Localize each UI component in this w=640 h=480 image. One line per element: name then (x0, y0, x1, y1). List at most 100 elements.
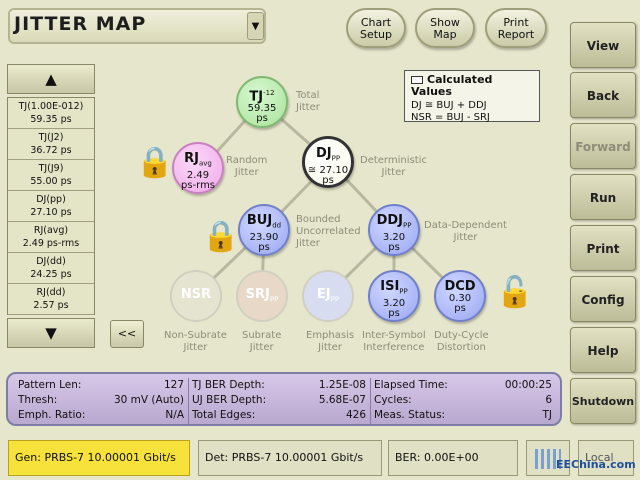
legend-swatch (411, 76, 423, 84)
dj-node[interactable]: DJPP ≅ 27.10 ps (302, 136, 354, 188)
lock-icon-rj[interactable]: 🔒 (136, 148, 173, 178)
dcd-label: Duty-Cycle Distortion (434, 330, 489, 354)
tj-unit: ps (256, 113, 268, 125)
nsr-label: Non-Subrate Jitter (164, 330, 227, 354)
emph-ratio-value: N/A (165, 409, 184, 421)
cycles-label: Cycles: (374, 394, 412, 406)
uj-ber-value: 5.68E-07 (318, 394, 366, 406)
ej-desc-1: Emphasis (306, 330, 355, 341)
meas-status-label: Meas. Status: (374, 409, 446, 421)
ddj-label: Data-Dependent Jitter (424, 220, 507, 244)
buj-name: BUJ (246, 213, 273, 228)
srj-desc-2: Jitter (249, 342, 274, 353)
emph-ratio-row: Emph. Ratio: N/A (18, 408, 184, 422)
total-edges-label: Total Edges: (192, 409, 256, 421)
rj-node[interactable]: RJavg 2.49 ps-rms (172, 142, 224, 194)
srj-desc-1: Subrate (242, 330, 282, 341)
pattern-len-row: Pattern Len: 127 (18, 378, 184, 392)
total-edges-row: Total Edges: 426 (192, 408, 366, 422)
ber-status: BER: 0.00E+00 (388, 440, 518, 476)
lock-icon-buj[interactable]: 🔒 (202, 222, 239, 252)
buj-label: Bounded Uncorrelated Jitter (296, 214, 361, 250)
legend-line-2: NSR = BUJ - SRJ (411, 112, 490, 123)
rj-desc-2: Jitter (234, 167, 259, 178)
tj-desc-2: Jitter (296, 102, 320, 113)
ej-sub: PP (330, 295, 340, 304)
nsr-name: NSR (180, 287, 212, 302)
rj-desc-1: Random (226, 155, 268, 166)
dcd-name: DCD (444, 279, 476, 294)
tj-node[interactable]: TJ-12 59.35 ps (236, 76, 288, 128)
buj-desc-3: Jitter (296, 238, 320, 249)
emph-ratio-label: Emph. Ratio: (18, 409, 86, 421)
dj-sub: PP (331, 154, 341, 163)
status-panel: Pattern Len: 127 Thresh: 30 mV (Auto) Em… (6, 372, 562, 426)
isi-node[interactable]: ISIPP 3.20 ps (368, 270, 420, 322)
srj-label: Subrate Jitter (242, 330, 281, 354)
thresh-label: Thresh: (18, 394, 58, 406)
unlock-icon-dcd[interactable]: 🔓 (496, 278, 533, 308)
elapsed-value: 00:00:25 (504, 379, 552, 391)
nsr-desc-1: Non-Subrate (164, 330, 227, 341)
rj-unit: ps-rms (180, 179, 216, 191)
ddj-name: DDJ (376, 213, 403, 228)
tj-label: Total Jitter (296, 90, 320, 114)
dj-desc-2: Jitter (381, 167, 406, 178)
srj-name: SRJ (245, 287, 270, 302)
ddj-unit: ps (388, 241, 400, 253)
srj-sub: PP (269, 295, 279, 304)
isi-desc-2: Interference (363, 342, 425, 353)
total-edges-value: 426 (345, 409, 366, 421)
isi-unit: ps (388, 307, 400, 319)
cycles-row: Cycles: 6 (374, 393, 552, 407)
rj-label: Random Jitter (226, 155, 267, 179)
isi-sub: PP (399, 287, 408, 296)
buj-node[interactable]: BUJdd 23.90 ps (238, 204, 290, 256)
elapsed-label: Elapsed Time: (374, 379, 448, 391)
meas-status-value: TJ (542, 409, 552, 421)
thresh-value: 30 mV (Auto) (113, 394, 184, 406)
ej-label: Emphasis Jitter (306, 330, 354, 354)
buj-desc-2: Uncorrelated (296, 226, 361, 237)
legend-title: Calculated Values (411, 73, 493, 98)
elapsed-row: Elapsed Time: 00:00:25 (374, 378, 552, 392)
cycles-value: 6 (545, 394, 552, 406)
tj-sup: -12 (263, 89, 275, 97)
dj-label: Deterministic Jitter (360, 155, 427, 179)
buj-sub: dd (272, 221, 282, 230)
panel-divider (370, 378, 371, 424)
legend-line-1: DJ ≅ BUJ + DDJ (411, 100, 487, 111)
thresh-row: Thresh: 30 mV (Auto) (18, 393, 184, 407)
buj-desc-1: Bounded (296, 214, 341, 225)
dj-unit: ps (322, 174, 334, 186)
dcd-unit: ps (454, 303, 466, 314)
pattern-len-value: 127 (163, 379, 184, 391)
calculated-values-legend: Calculated Values DJ ≅ BUJ + DDJ NSR = B… (404, 70, 540, 123)
dj-desc-1: Deterministic (360, 155, 427, 166)
tj-desc-1: Total (296, 90, 320, 101)
nsr-desc-2: Jitter (183, 342, 208, 353)
uj-ber-row: UJ BER Depth: 5.68E-07 (192, 393, 366, 407)
tj-ber-row: TJ BER Depth: 1.25E-08 (192, 378, 366, 392)
ddj-sub: PP (402, 221, 412, 230)
ej-node[interactable]: EJPP (302, 270, 354, 322)
dcd-node[interactable]: DCD 0.30 ps (434, 270, 486, 322)
watermark: EEChina.com (556, 458, 636, 471)
ddj-node[interactable]: DDJPP 3.20 ps (368, 204, 420, 256)
nsr-node[interactable]: NSR (170, 270, 222, 322)
ej-desc-2: Jitter (318, 342, 342, 353)
ej-name: EJ (316, 287, 331, 302)
detector-status[interactable]: Det: PRBS-7 10.00001 Gbit/s (198, 440, 382, 476)
buj-unit: ps (258, 241, 270, 253)
dcd-desc-2: Distortion (436, 342, 486, 353)
isi-label: Inter-Symbol Interference (362, 330, 426, 354)
srj-node[interactable]: SRJPP (236, 270, 288, 322)
panel-divider (188, 378, 189, 424)
pattern-len-label: Pattern Len: (18, 379, 82, 391)
uj-ber-label: UJ BER Depth: (192, 394, 267, 406)
dj-name: DJ (315, 146, 332, 161)
generator-status[interactable]: Gen: PRBS-7 10.00001 Gbit/s (8, 440, 190, 476)
ddj-desc-1: Data-Dependent (424, 220, 507, 231)
rj-name: RJ (184, 151, 199, 166)
dcd-desc-1: Duty-Cycle (434, 330, 489, 341)
